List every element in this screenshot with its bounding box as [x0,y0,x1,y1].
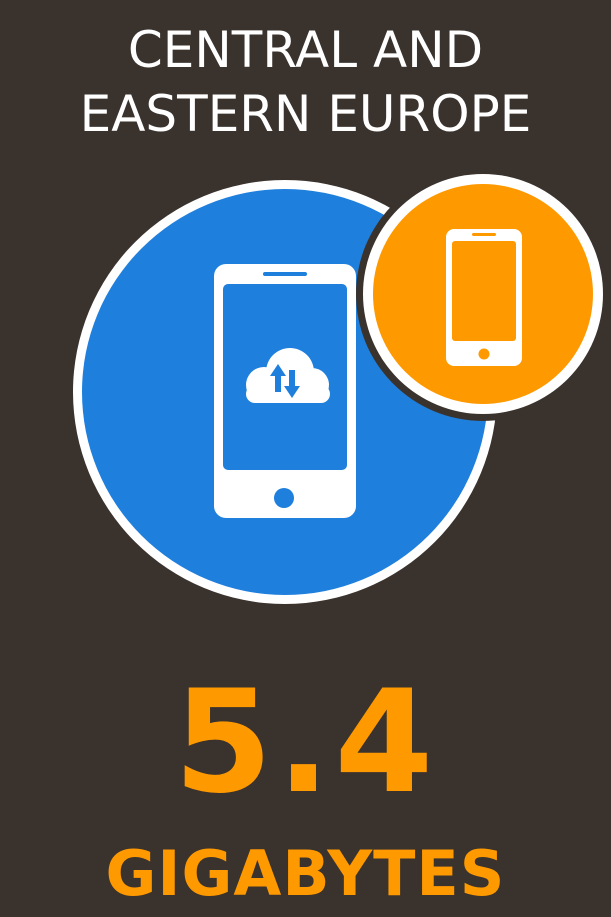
smartphone-icon [446,229,522,366]
smartphone-cloud-sync-icon [214,264,356,518]
data-usage-value: 5.4 [173,660,438,825]
smartphone-data-graphic [73,167,610,604]
data-usage-unit: GIGABYTES [105,837,506,910]
